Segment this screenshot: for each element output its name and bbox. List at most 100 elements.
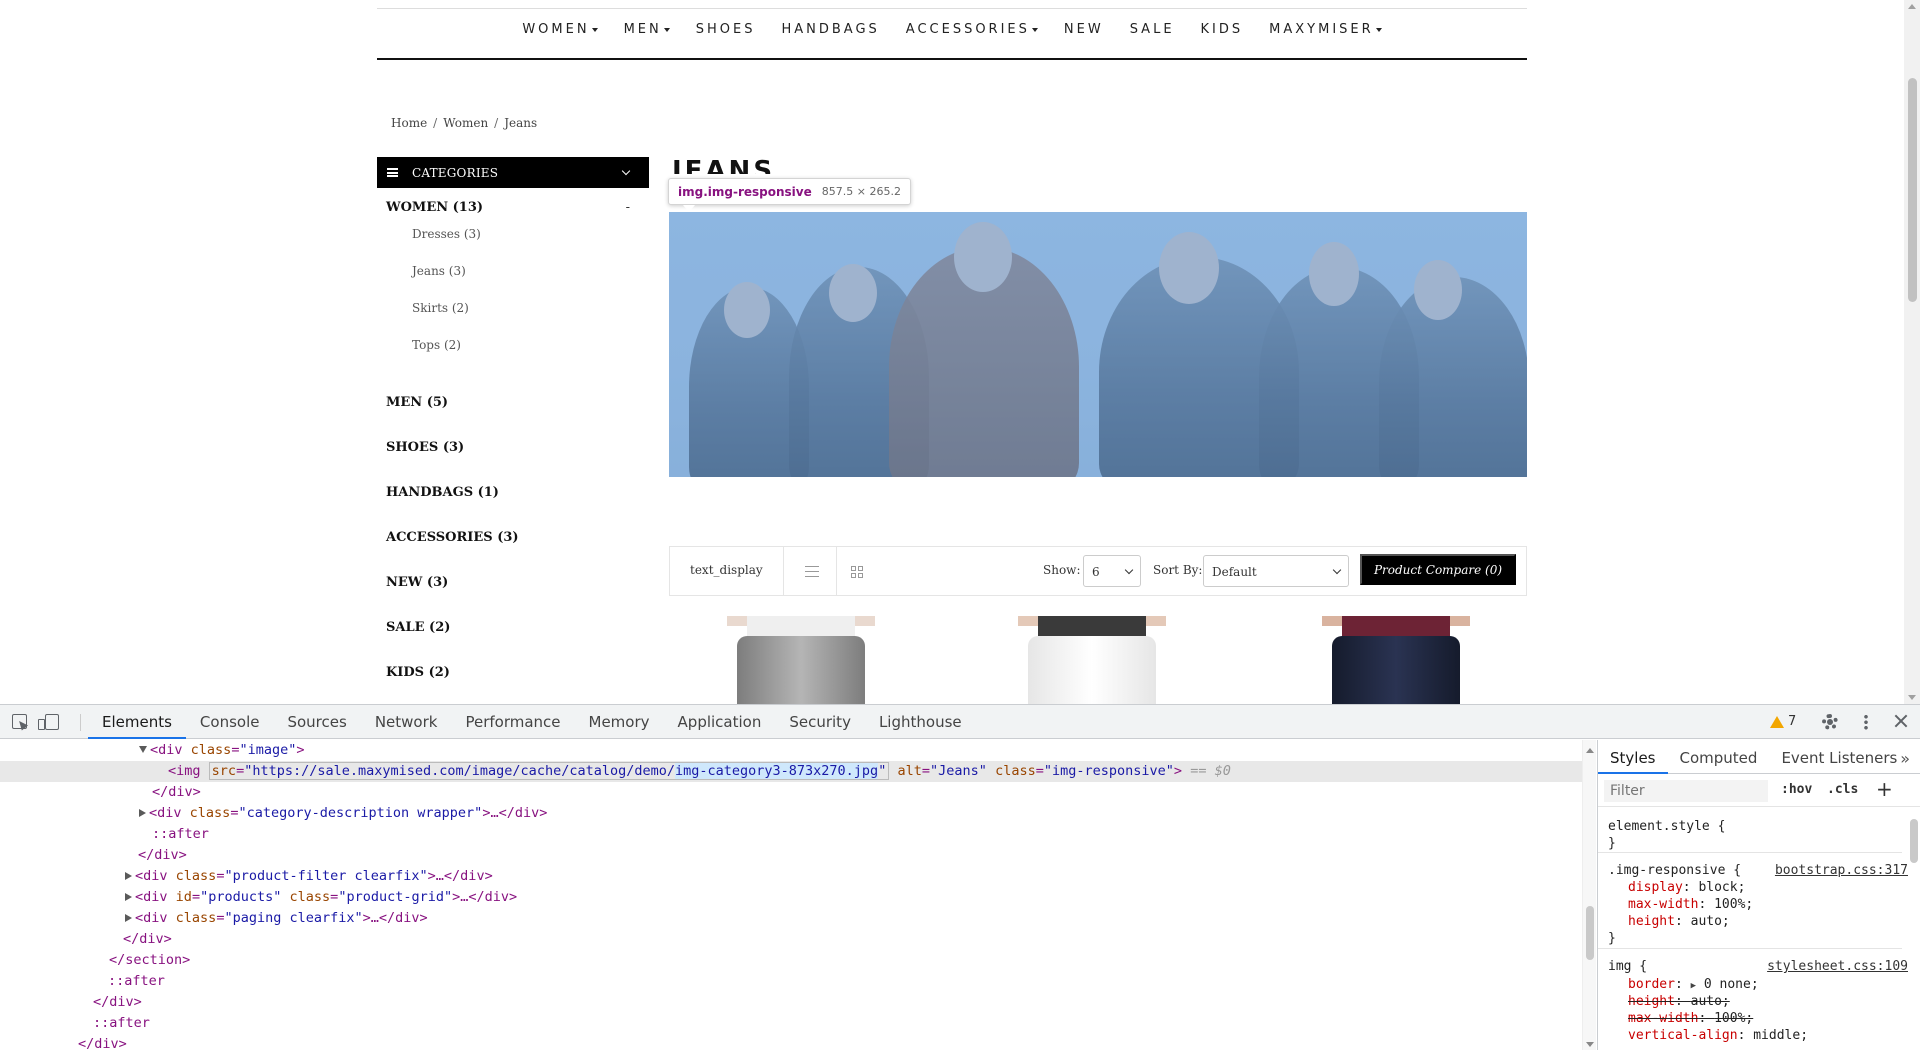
nav-men[interactable]: MEN — [624, 22, 670, 37]
grid-view-icon[interactable] — [851, 566, 863, 578]
nav-shoes[interactable]: SHOES — [696, 22, 756, 37]
scrollbar-thumb[interactable] — [1908, 78, 1917, 302]
dom-node[interactable]: </div> — [0, 1034, 1582, 1050]
nav-sale[interactable]: SALE — [1130, 22, 1175, 37]
dom-node[interactable]: </div> — [0, 782, 1582, 803]
scroll-down-icon[interactable] — [1908, 695, 1916, 700]
css-declaration[interactable]: border: ▶ 0 none; — [1628, 976, 1920, 993]
tab-network[interactable]: Network — [361, 705, 452, 739]
dom-node[interactable]: </div> — [0, 845, 1582, 866]
category-women[interactable]: WOMEN (13) — [386, 200, 483, 215]
source-link[interactable]: bootstrap.css:317 — [1775, 862, 1908, 879]
scroll-up-icon[interactable] — [1908, 4, 1916, 9]
devtools-panel: Elements Console Sources Network Perform… — [0, 704, 1920, 1050]
more-tabs-icon[interactable]: » — [1900, 749, 1910, 768]
tab-memory[interactable]: Memory — [575, 705, 664, 739]
expand-triangle-icon[interactable] — [139, 746, 147, 753]
dom-node[interactable]: <div class="image"> — [0, 740, 1582, 761]
dom-node[interactable]: </div> — [0, 992, 1582, 1013]
product-compare-button[interactable]: Product Compare (0) — [1360, 554, 1516, 585]
source-link[interactable]: stylesheet.css:109 — [1767, 958, 1908, 975]
dom-pseudo-element[interactable]: ::after — [0, 1013, 1582, 1034]
rule-selector[interactable]: img { stylesheet.css:109 — [1608, 958, 1912, 975]
category-men[interactable]: MEN (5) — [386, 395, 448, 410]
css-declaration-overridden[interactable]: max-width: 100%; — [1628, 1010, 1920, 1027]
nav-maxymiser[interactable]: MAXYMISER — [1269, 22, 1382, 37]
list-view-icon[interactable] — [805, 566, 819, 577]
expand-triangle-icon[interactable] — [125, 872, 132, 880]
styles-scrollbar[interactable] — [1908, 807, 1920, 1050]
expand-triangle-icon[interactable] — [139, 809, 146, 817]
category-shoes[interactable]: SHOES (3) — [386, 440, 464, 455]
nav-accessories[interactable]: ACCESSORIES — [906, 22, 1038, 37]
more-options-icon[interactable] — [1864, 714, 1868, 730]
tab-application[interactable]: Application — [664, 705, 776, 739]
close-icon[interactable] — [1894, 714, 1908, 728]
breadcrumb-jeans[interactable]: Jeans — [504, 116, 537, 130]
dom-node[interactable]: <div class="paging clearfix">…</div> — [0, 908, 1582, 929]
element-style-rule[interactable]: element.style { — [1608, 818, 1912, 835]
category-dresses[interactable]: Dresses (3) — [412, 227, 481, 241]
tab-console[interactable]: Console — [186, 705, 274, 739]
sort-by-select[interactable]: Default — [1203, 555, 1349, 587]
category-kids[interactable]: KIDS (2) — [386, 665, 450, 680]
dom-node[interactable]: </section> — [0, 950, 1582, 971]
dom-node[interactable]: <div class="category-description wrapper… — [0, 803, 1582, 824]
collapse-toggle[interactable]: - — [626, 200, 630, 215]
scroll-down-icon[interactable] — [1586, 1042, 1594, 1047]
tab-elements[interactable]: Elements — [88, 705, 186, 739]
nav-kids[interactable]: KIDS — [1201, 22, 1244, 37]
category-jeans[interactable]: Jeans (3) — [412, 264, 466, 278]
tab-sources[interactable]: Sources — [273, 705, 360, 739]
product-image-1[interactable] — [727, 616, 875, 704]
dom-pseudo-element[interactable]: ::after — [0, 824, 1582, 845]
dom-node[interactable]: <div id="products" class="product-grid">… — [0, 887, 1582, 908]
show-select[interactable]: 6 — [1083, 555, 1141, 587]
rule-selector[interactable]: .img-responsive { bootstrap.css:317 — [1608, 862, 1912, 879]
category-accessories[interactable]: ACCESSORIES (3) — [386, 530, 519, 545]
product-image-2[interactable] — [1018, 616, 1166, 704]
breadcrumb-home[interactable]: Home — [391, 116, 427, 130]
nav-handbags[interactable]: HANDBAGS — [781, 22, 879, 37]
scrollbar-thumb[interactable] — [1910, 819, 1918, 863]
category-new[interactable]: NEW (3) — [386, 575, 448, 590]
product-image-3[interactable] — [1322, 616, 1470, 704]
css-declaration[interactable]: vertical-align: middle; — [1628, 1027, 1920, 1044]
breadcrumb-women[interactable]: Women — [443, 116, 488, 130]
css-declaration[interactable]: display: block; — [1628, 879, 1920, 896]
category-handbags[interactable]: HANDBAGS (1) — [386, 485, 499, 500]
dom-node[interactable]: <div class="product-filter clearfix">…</… — [0, 866, 1582, 887]
nav-women[interactable]: WOMEN — [522, 22, 598, 37]
expand-triangle-icon[interactable] — [125, 893, 132, 901]
elements-scrollbar[interactable] — [1582, 740, 1596, 1050]
css-declaration-overridden[interactable]: height: auto; — [1628, 993, 1920, 1010]
tab-performance[interactable]: Performance — [451, 705, 574, 739]
expand-triangle-icon[interactable] — [125, 914, 132, 922]
hover-state-toggle[interactable]: :hov — [1781, 782, 1812, 797]
dom-node-selected[interactable]: <img src="https://sale.maxymised.com/ima… — [0, 761, 1582, 782]
device-toolbar-icon[interactable] — [38, 714, 59, 730]
class-toggle[interactable]: .cls — [1827, 782, 1858, 797]
css-declaration[interactable]: max-width: 100%; — [1628, 896, 1920, 913]
page-scrollbar[interactable] — [1904, 0, 1920, 704]
css-declaration[interactable]: height: auto; — [1628, 913, 1920, 930]
category-sale[interactable]: SALE (2) — [386, 620, 450, 635]
scrollbar-thumb[interactable] — [1586, 906, 1594, 960]
scroll-up-icon[interactable] — [1586, 748, 1594, 753]
new-style-rule-icon[interactable]: + — [1876, 777, 1893, 801]
inspect-element-icon[interactable] — [12, 714, 27, 729]
gear-icon[interactable] — [1822, 714, 1838, 730]
dom-pseudo-element[interactable]: ::after — [0, 971, 1582, 992]
tab-styles[interactable]: Styles — [1598, 740, 1668, 774]
styles-filter-input[interactable] — [1604, 780, 1768, 802]
tab-security[interactable]: Security — [775, 705, 865, 739]
warnings-badge[interactable]: 7 — [1770, 714, 1796, 729]
nav-new[interactable]: NEW — [1064, 22, 1104, 37]
tab-event-listeners[interactable]: Event Listeners — [1769, 740, 1909, 774]
tab-computed[interactable]: Computed — [1668, 740, 1770, 774]
tab-lighthouse[interactable]: Lighthouse — [865, 705, 976, 739]
category-tops[interactable]: Tops (2) — [412, 338, 461, 352]
category-skirts[interactable]: Skirts (2) — [412, 301, 469, 315]
categories-header[interactable]: CATEGORIES — [377, 157, 649, 188]
dom-node[interactable]: </div> — [0, 929, 1582, 950]
